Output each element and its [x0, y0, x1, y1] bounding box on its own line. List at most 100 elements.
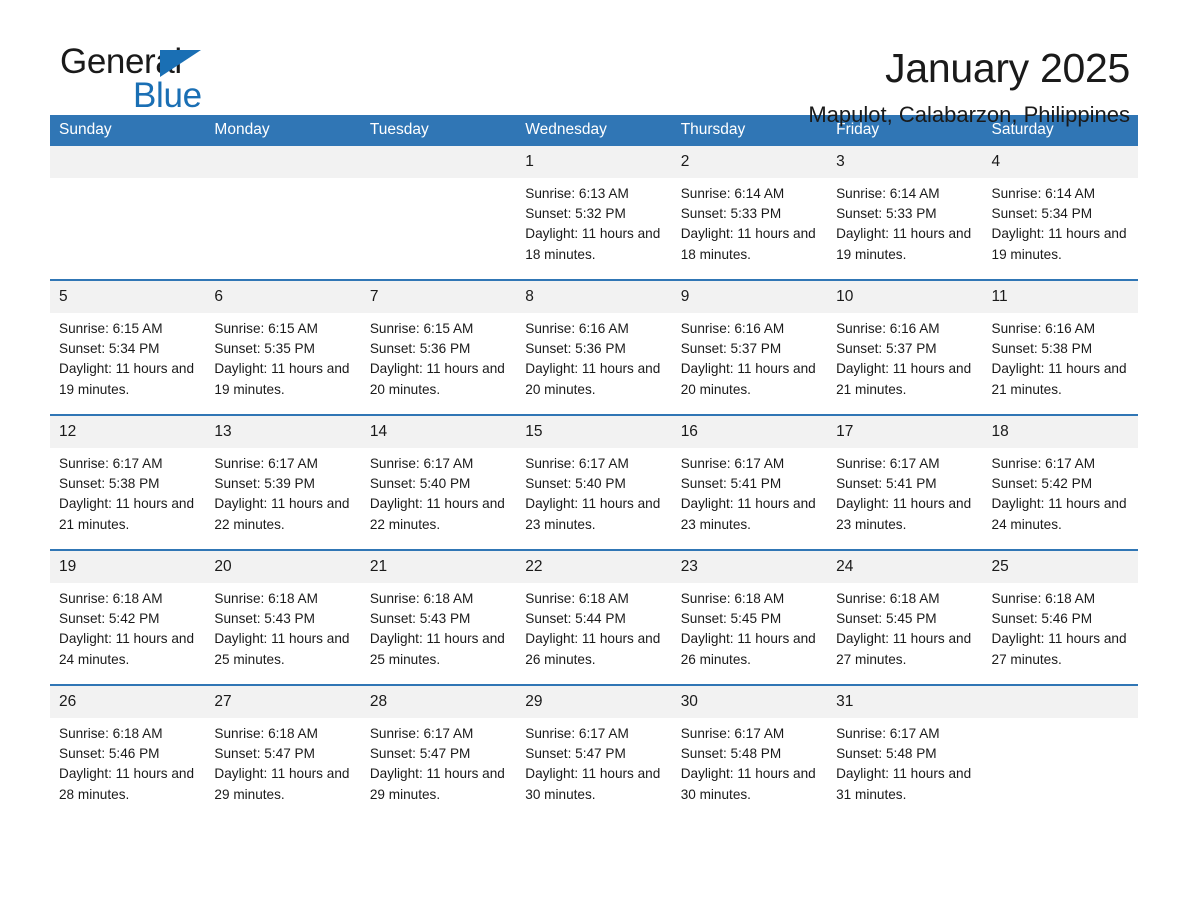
day-sun-details: Sunrise: 6:17 AM Sunset: 5:41 PM Dayligh…: [836, 456, 972, 532]
day-number: 9: [671, 281, 828, 313]
calendar-day-cell[interactable]: 19 Sunrise: 6:18 AM Sunset: 5:42 PM Dayli…: [50, 549, 206, 685]
day-sun-details: Sunrise: 6:17 AM Sunset: 5:42 PM Dayligh…: [991, 456, 1127, 532]
calendar-day-cell[interactable]: 15 Sunrise: 6:17 AM Sunset: 5:40 PM Dayli…: [516, 414, 672, 550]
title-block: January 2025 Mapulot, Calabarzon, Philip…: [808, 44, 1130, 130]
day-number: [360, 146, 517, 178]
calendar-day-cell[interactable]: 14 Sunrise: 6:17 AM Sunset: 5:40 PM Dayli…: [360, 414, 517, 550]
day-number: 21: [360, 551, 517, 583]
calendar-day-cell[interactable]: 21 Sunrise: 6:18 AM Sunset: 5:43 PM Dayli…: [360, 549, 517, 685]
day-number: 30: [671, 686, 828, 718]
calendar-day-cell[interactable]: 29 Sunrise: 6:17 AM Sunset: 5:47 PM Dayli…: [516, 684, 672, 819]
day-sun-details: Sunrise: 6:17 AM Sunset: 5:40 PM Dayligh…: [525, 456, 661, 532]
day-number: 25: [982, 551, 1138, 583]
calendar-day-cell[interactable]: 27 Sunrise: 6:18 AM Sunset: 5:47 PM Dayli…: [205, 684, 361, 819]
day-number: 20: [205, 551, 361, 583]
day-number: 15: [516, 416, 672, 448]
calendar-body: 1 Sunrise: 6:13 AM Sunset: 5:32 PM Daylig…: [50, 146, 1138, 819]
calendar-day-cell[interactable]: 23 Sunrise: 6:18 AM Sunset: 5:45 PM Dayli…: [671, 549, 828, 685]
calendar-day-cell[interactable]: 13 Sunrise: 6:17 AM Sunset: 5:39 PM Dayli…: [205, 414, 361, 550]
day-header-monday: Monday: [205, 115, 361, 146]
logo-text-blue: Blue: [133, 76, 202, 115]
day-sun-details: Sunrise: 6:14 AM Sunset: 5:33 PM Dayligh…: [680, 186, 816, 262]
day-sun-details: Sunrise: 6:18 AM Sunset: 5:45 PM Dayligh…: [836, 591, 972, 667]
day-sun-details: Sunrise: 6:18 AM Sunset: 5:44 PM Dayligh…: [525, 591, 661, 667]
calendar-day-cell[interactable]: 12 Sunrise: 6:17 AM Sunset: 5:38 PM Dayli…: [50, 414, 206, 550]
calendar-day-cell[interactable]: 26 Sunrise: 6:18 AM Sunset: 5:46 PM Dayli…: [50, 684, 206, 819]
day-number: 7: [360, 281, 517, 313]
calendar-day-cell[interactable]: 28 Sunrise: 6:17 AM Sunset: 5:47 PM Dayli…: [360, 684, 517, 819]
day-number: 6: [205, 281, 361, 313]
day-header-thursday: Thursday: [671, 115, 828, 146]
calendar-empty-cell: [360, 146, 517, 280]
general-blue-logo[interactable]: General Blue: [60, 43, 320, 115]
day-sun-details: Sunrise: 6:13 AM Sunset: 5:32 PM Dayligh…: [525, 186, 661, 262]
day-sun-details: Sunrise: 6:17 AM Sunset: 5:47 PM Dayligh…: [525, 726, 661, 802]
calendar-day-cell[interactable]: 18 Sunrise: 6:17 AM Sunset: 5:42 PM Dayli…: [982, 414, 1138, 550]
calendar-day-cell[interactable]: 1 Sunrise: 6:13 AM Sunset: 5:32 PM Daylig…: [516, 146, 672, 280]
calendar-day-cell[interactable]: 25 Sunrise: 6:18 AM Sunset: 5:46 PM Dayli…: [982, 549, 1138, 685]
calendar-week-row: 26 Sunrise: 6:18 AM Sunset: 5:46 PM Dayli…: [50, 684, 1138, 819]
day-number: 26: [50, 686, 206, 718]
calendar-week-row: 1 Sunrise: 6:13 AM Sunset: 5:32 PM Daylig…: [50, 146, 1138, 280]
calendar-day-cell[interactable]: 8 Sunrise: 6:16 AM Sunset: 5:36 PM Daylig…: [516, 279, 672, 415]
day-sun-details: Sunrise: 6:17 AM Sunset: 5:38 PM Dayligh…: [59, 456, 195, 532]
calendar-day-cell[interactable]: 7 Sunrise: 6:15 AM Sunset: 5:36 PM Daylig…: [360, 279, 517, 415]
day-header-wednesday: Wednesday: [516, 115, 672, 146]
page-title: January 2025: [885, 45, 1130, 91]
day-number: 14: [360, 416, 517, 448]
page-header: General Blue January 2025 Mapulot, Calab…: [50, 0, 1138, 128]
calendar-day-cell[interactable]: 22 Sunrise: 6:18 AM Sunset: 5:44 PM Dayli…: [516, 549, 672, 685]
calendar-week-row: 5 Sunrise: 6:15 AM Sunset: 5:34 PM Daylig…: [50, 279, 1138, 415]
day-number: 12: [50, 416, 206, 448]
day-number: 22: [516, 551, 672, 583]
calendar-week-row: 12 Sunrise: 6:17 AM Sunset: 5:38 PM Dayli…: [50, 414, 1138, 550]
day-sun-details: [361, 178, 516, 184]
day-number: 13: [205, 416, 361, 448]
day-sun-details: Sunrise: 6:18 AM Sunset: 5:45 PM Dayligh…: [680, 591, 816, 667]
day-sun-details: Sunrise: 6:16 AM Sunset: 5:37 PM Dayligh…: [836, 321, 972, 397]
calendar-day-cell[interactable]: 20 Sunrise: 6:18 AM Sunset: 5:43 PM Dayli…: [205, 549, 361, 685]
day-number: [205, 146, 361, 178]
calendar-day-cell[interactable]: 31 Sunrise: 6:17 AM Sunset: 5:48 PM Dayli…: [827, 684, 983, 819]
day-sun-details: Sunrise: 6:17 AM Sunset: 5:41 PM Dayligh…: [680, 456, 816, 532]
calendar-day-cell[interactable]: 9 Sunrise: 6:16 AM Sunset: 5:37 PM Daylig…: [671, 279, 828, 415]
day-number: 16: [671, 416, 828, 448]
day-sun-details: Sunrise: 6:15 AM Sunset: 5:34 PM Dayligh…: [59, 321, 195, 397]
day-number: 23: [671, 551, 828, 583]
day-sun-details: Sunrise: 6:18 AM Sunset: 5:43 PM Dayligh…: [214, 591, 350, 667]
day-number: 18: [982, 416, 1138, 448]
day-number: 4: [982, 146, 1138, 178]
day-number: [982, 686, 1138, 718]
day-header-sunday: Sunday: [50, 115, 206, 146]
day-number: 10: [827, 281, 983, 313]
calendar-day-cell[interactable]: 17 Sunrise: 6:17 AM Sunset: 5:41 PM Dayli…: [827, 414, 983, 550]
calendar-day-cell[interactable]: 24 Sunrise: 6:18 AM Sunset: 5:45 PM Dayli…: [827, 549, 983, 685]
calendar-day-cell[interactable]: 16 Sunrise: 6:17 AM Sunset: 5:41 PM Dayli…: [671, 414, 828, 550]
calendar-day-cell[interactable]: 11 Sunrise: 6:16 AM Sunset: 5:38 PM Dayli…: [982, 279, 1138, 415]
day-sun-details: Sunrise: 6:17 AM Sunset: 5:48 PM Dayligh…: [680, 726, 816, 802]
triangle-icon: [160, 50, 201, 77]
day-sun-details: Sunrise: 6:17 AM Sunset: 5:40 PM Dayligh…: [369, 456, 505, 532]
day-sun-details: Sunrise: 6:17 AM Sunset: 5:47 PM Dayligh…: [369, 726, 505, 802]
calendar-day-cell[interactable]: 3 Sunrise: 6:14 AM Sunset: 5:33 PM Daylig…: [827, 146, 983, 280]
calendar-day-cell[interactable]: 30 Sunrise: 6:17 AM Sunset: 5:48 PM Dayli…: [671, 684, 828, 819]
calendar-day-cell[interactable]: 10 Sunrise: 6:16 AM Sunset: 5:37 PM Dayli…: [827, 279, 983, 415]
day-number: 8: [516, 281, 672, 313]
day-header-tuesday: Tuesday: [360, 115, 517, 146]
day-sun-details: Sunrise: 6:14 AM Sunset: 5:33 PM Dayligh…: [836, 186, 972, 262]
day-number: 19: [50, 551, 206, 583]
day-number: 29: [516, 686, 672, 718]
day-sun-details: Sunrise: 6:18 AM Sunset: 5:47 PM Dayligh…: [214, 726, 350, 802]
day-sun-details: Sunrise: 6:16 AM Sunset: 5:38 PM Dayligh…: [991, 321, 1127, 397]
calendar-empty-cell: [205, 146, 361, 280]
calendar-empty-cell: [50, 146, 206, 280]
day-sun-details: [50, 178, 205, 184]
calendar-day-cell[interactable]: 4 Sunrise: 6:14 AM Sunset: 5:34 PM Daylig…: [982, 146, 1138, 280]
day-sun-details: [205, 178, 360, 184]
calendar-day-cell[interactable]: 2 Sunrise: 6:14 AM Sunset: 5:33 PM Daylig…: [671, 146, 828, 280]
calendar-day-cell[interactable]: 6 Sunrise: 6:15 AM Sunset: 5:35 PM Daylig…: [205, 279, 361, 415]
day-number: 5: [50, 281, 206, 313]
day-number: 3: [827, 146, 983, 178]
location-subtitle: Mapulot, Calabarzon, Philippines: [808, 102, 1130, 127]
calendar-day-cell[interactable]: 5 Sunrise: 6:15 AM Sunset: 5:34 PM Daylig…: [50, 279, 206, 415]
